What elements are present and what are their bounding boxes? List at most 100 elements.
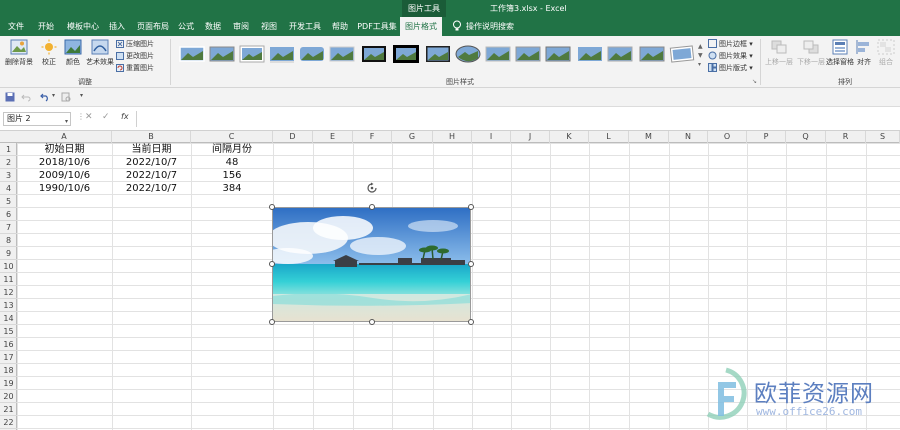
tab-pdf-tools[interactable]: PDF工具集 [356,17,398,36]
cancel-icon[interactable]: ✕ [85,112,93,122]
picture-style-thumb[interactable] [360,43,388,65]
customize-qat-icon[interactable]: ▾ [80,92,83,99]
column-header[interactable]: L [589,131,629,143]
cell-c1[interactable]: 间隔月份 [191,143,273,156]
picture-style-thumb[interactable] [484,43,512,65]
tab-page-layout[interactable]: 页面布局 [133,17,173,36]
tab-insert[interactable]: 插入 [104,17,130,36]
column-header[interactable]: F [353,131,392,143]
cell-c2[interactable]: 48 [191,156,273,169]
row-header[interactable]: 9 [0,247,17,260]
row-header[interactable]: 7 [0,221,17,234]
picture-style-thumb[interactable] [606,43,634,65]
row-header[interactable]: 11 [0,273,17,286]
picture-style-thumb[interactable] [576,43,604,65]
lightbulb-icon[interactable] [452,20,462,32]
tab-data[interactable]: 数据 [201,17,225,36]
rotate-handle-icon[interactable] [366,182,378,194]
picture-style-thumb[interactable] [238,43,266,65]
row-header[interactable]: 15 [0,325,17,338]
row-header[interactable]: 20 [0,390,17,403]
row-header[interactable]: 6 [0,208,17,221]
picture-style-thumb[interactable] [268,43,296,65]
column-header[interactable]: P [747,131,786,143]
formula-input[interactable] [136,111,896,127]
save-icon[interactable] [5,92,15,102]
picture-style-thumb[interactable] [328,43,356,65]
column-header[interactable]: D [273,131,313,143]
resize-handle[interactable] [269,261,275,267]
tab-review[interactable]: 审阅 [229,17,253,36]
inserted-picture[interactable] [272,207,471,322]
remove-background-button[interactable]: 删除背景 [3,39,35,67]
picture-layout-button[interactable]: 图片版式 ▾ [708,63,753,74]
selection-pane-button[interactable]: 选择窗格 [826,39,854,67]
picture-style-thumb[interactable] [638,43,666,65]
resize-handle[interactable] [369,204,375,210]
name-box[interactable]: 图片 2 ▾ [3,112,71,126]
column-header[interactable]: E [313,131,353,143]
column-header[interactable]: K [550,131,589,143]
row-header[interactable]: 16 [0,338,17,351]
cell-a1[interactable]: 初始日期 [17,143,112,156]
cell-a2[interactable]: 2018/10/6 [17,156,112,169]
change-picture-button[interactable]: 更改图片 [116,51,154,62]
picture-border-button[interactable]: 图片边框 ▾ [708,39,753,50]
cell-b2[interactable]: 2022/10/7 [112,156,191,169]
tab-picture-format[interactable]: 图片格式 [400,17,442,36]
row-header[interactable]: 5 [0,195,17,208]
tab-formulas[interactable]: 公式 [174,17,198,36]
row-header[interactable]: 1 [0,143,17,156]
name-box-dropdown-icon[interactable]: ▾ [65,116,68,128]
resize-handle[interactable] [369,319,375,325]
tell-me-search[interactable]: 操作说明搜索 [466,17,514,36]
artistic-effects-button[interactable]: 艺术效果 [86,39,114,67]
bring-forward-button[interactable]: 上移一层 [763,39,795,67]
picture-style-thumb[interactable] [514,43,542,65]
tab-help[interactable]: 帮助 [328,17,352,36]
column-header[interactable]: G [392,131,433,143]
color-button[interactable]: 颜色 [62,39,84,67]
column-header[interactable]: N [669,131,708,143]
column-header[interactable]: Q [786,131,826,143]
picture-style-thumb[interactable] [668,43,696,65]
tab-file[interactable]: 文件 [2,17,30,36]
picture-style-thumb[interactable] [208,43,236,65]
row-header[interactable]: 22 [0,416,17,429]
resize-handle[interactable] [468,204,474,210]
resize-handle[interactable] [468,319,474,325]
undo-disabled-icon[interactable] [21,92,31,102]
send-backward-button[interactable]: 下移一层 [795,39,827,67]
row-header[interactable]: 13 [0,299,17,312]
reset-picture-button[interactable]: 重置图片 [116,63,154,74]
picture-style-thumb[interactable] [544,43,572,65]
column-header[interactable]: H [433,131,472,143]
cell-b4[interactable]: 2022/10/7 [112,182,191,195]
picture-style-thumb[interactable] [392,43,420,65]
corrections-button[interactable]: 校正 [38,39,60,67]
column-header[interactable]: C [191,131,273,143]
print-preview-icon[interactable] [61,92,71,102]
cell-a3[interactable]: 2009/10/6 [17,169,112,182]
row-header[interactable]: 2 [0,156,17,169]
column-header[interactable]: A [17,131,112,143]
tab-template-center[interactable]: 模板中心 [63,17,103,36]
cell-b1[interactable]: 当前日期 [112,143,191,156]
row-header[interactable]: 19 [0,377,17,390]
picture-effects-button[interactable]: 图片效果 ▾ [708,51,753,62]
row-header[interactable]: 21 [0,403,17,416]
row-header[interactable]: 4 [0,182,17,195]
row-header[interactable]: 18 [0,364,17,377]
cell-c4[interactable]: 384 [191,182,273,195]
group-button[interactable]: 组合 [876,39,896,67]
column-header[interactable]: O [708,131,747,143]
row-header[interactable]: 12 [0,286,17,299]
row-header[interactable]: 14 [0,312,17,325]
row-header[interactable]: 3 [0,169,17,182]
insert-function-icon[interactable]: fx [121,112,129,121]
compress-pictures-button[interactable]: 压缩图片 [116,39,154,50]
row-header[interactable]: 10 [0,260,17,273]
undo-dropdown-icon[interactable]: ▾ [52,92,55,99]
tab-developer[interactable]: 开发工具 [285,17,325,36]
tab-home[interactable]: 开始 [32,17,60,36]
